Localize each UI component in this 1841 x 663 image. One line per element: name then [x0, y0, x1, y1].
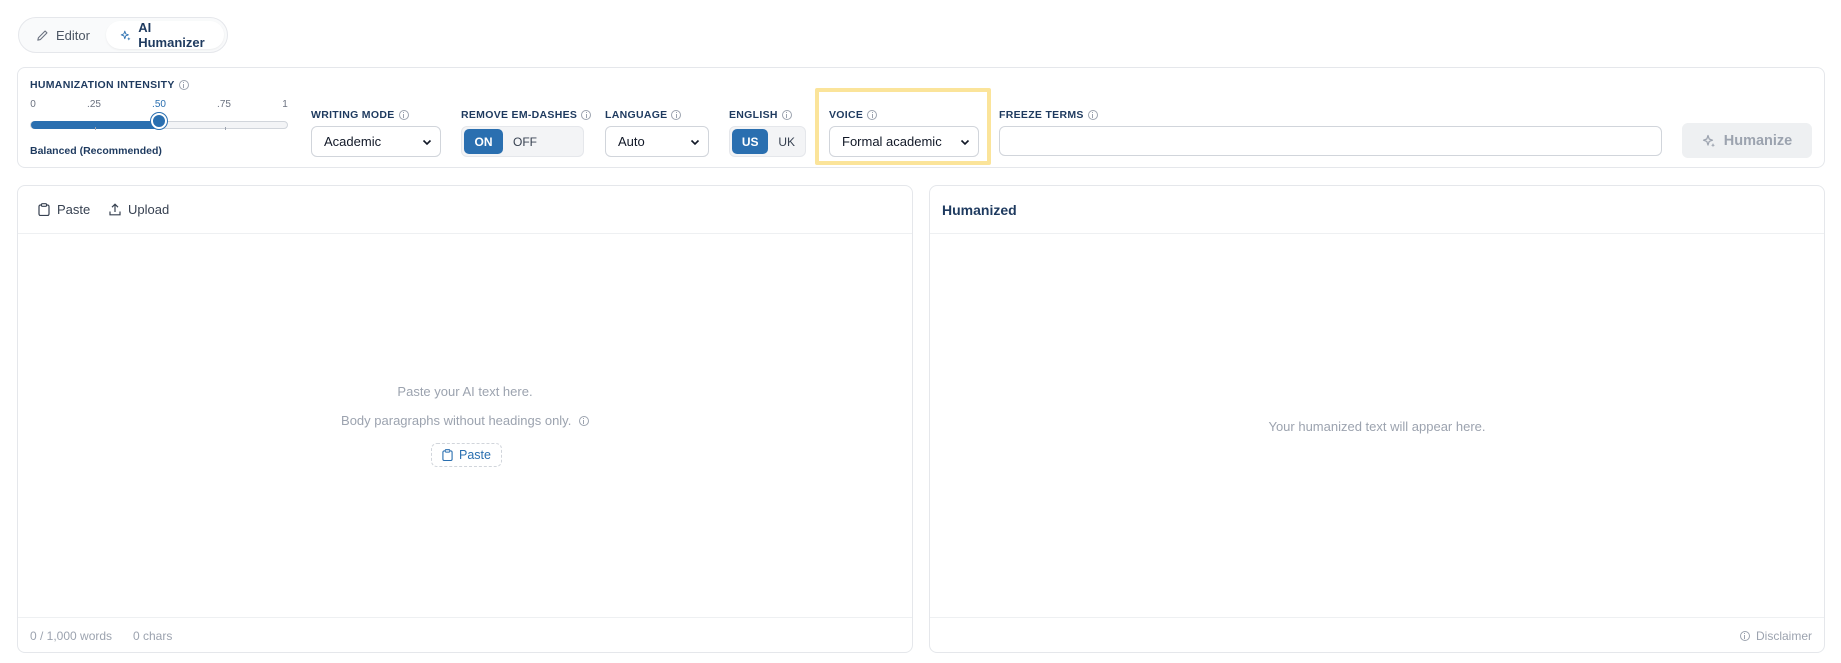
output-empty-text: Your humanized text will appear here. — [1268, 419, 1486, 434]
info-icon[interactable] — [398, 110, 409, 120]
tab-ai-humanizer-label: AI Humanizer — [138, 20, 205, 50]
intensity-ticks: 0 .25 .50 .75 1 — [30, 99, 288, 111]
language-label: LANGUAGE — [605, 109, 682, 121]
tab-editor[interactable]: Editor — [22, 21, 104, 49]
mode-tabs: Editor AI Humanizer — [18, 17, 228, 53]
input-panel-toolbar: Paste Upload — [18, 186, 912, 234]
chevron-down-icon — [422, 139, 432, 145]
english-variant-toggle: US UK — [729, 126, 806, 157]
input-panel-footer: 0 / 1,000 words 0 chars — [18, 617, 912, 652]
intensity-caption: Balanced (Recommended) — [30, 145, 162, 157]
input-empty-hint: Body paragraphs without headings only. — [18, 413, 912, 428]
writing-mode-label-text: WRITING MODE — [311, 109, 395, 121]
writing-mode-value: Academic — [324, 134, 382, 149]
voice-label-text: VOICE — [829, 109, 864, 121]
word-count: 0 / 1,000 words — [30, 629, 113, 643]
tick-label: 1 — [282, 99, 288, 110]
freeze-terms-label: FREEZE TERMS — [999, 109, 1098, 121]
voice-select[interactable]: Formal academic — [829, 126, 979, 157]
intensity-label-text: HUMANIZATION INTENSITY — [30, 79, 175, 91]
language-value: Auto — [618, 134, 645, 149]
writing-mode-label: WRITING MODE — [311, 109, 409, 121]
tab-editor-label: Editor — [56, 27, 90, 43]
pencil-icon — [37, 29, 48, 41]
remove-em-dashes-label-text: REMOVE EM-DASHES — [461, 109, 578, 121]
output-panel-header: Humanized — [930, 186, 1824, 234]
paste-button-label: Paste — [57, 202, 91, 217]
info-icon[interactable] — [1087, 110, 1098, 120]
english-us-option[interactable]: US — [732, 129, 769, 154]
freeze-terms-input[interactable] — [999, 126, 1662, 156]
upload-button-label: Upload — [128, 202, 170, 217]
paste-chip-button[interactable]: Paste — [431, 443, 502, 467]
voice-value: Formal academic — [842, 134, 942, 149]
disclaimer-link[interactable]: Disclaimer — [1739, 629, 1812, 643]
language-label-text: LANGUAGE — [605, 109, 668, 121]
slider-tick-mark — [95, 127, 96, 130]
slider-tick-mark — [225, 127, 226, 130]
english-label-text: ENGLISH — [729, 109, 778, 121]
freeze-terms-label-text: FREEZE TERMS — [999, 109, 1084, 121]
output-panel: Humanized Your humanized text will appea… — [929, 185, 1825, 653]
tick-label: .50 — [152, 99, 166, 110]
language-select[interactable]: Auto — [605, 126, 709, 157]
em-dash-toggle: ON OFF — [461, 126, 584, 157]
clipboard-icon — [38, 203, 50, 216]
info-icon[interactable] — [671, 110, 682, 120]
clipboard-icon — [442, 449, 453, 461]
tick-label: .25 — [87, 99, 101, 110]
info-icon[interactable] — [578, 416, 589, 426]
input-empty-title: Paste your AI text here. — [397, 384, 533, 399]
sparkles-icon — [1702, 134, 1715, 147]
paste-chip-label: Paste — [459, 448, 491, 462]
tick-label: .75 — [217, 99, 231, 110]
info-icon[interactable] — [581, 110, 592, 120]
chevron-down-icon — [960, 139, 970, 145]
input-empty-hint-text: Body paragraphs without headings only. — [341, 413, 572, 428]
disclaimer-label: Disclaimer — [1755, 629, 1812, 643]
em-dash-off-option[interactable]: OFF — [505, 129, 545, 154]
humanizer-controls: HUMANIZATION INTENSITY 0 .25 .50 .75 1 B… — [17, 67, 1825, 168]
english-label: ENGLISH — [729, 109, 792, 121]
english-uk-option[interactable]: UK — [770, 129, 803, 154]
humanize-button[interactable]: Humanize — [1682, 123, 1812, 158]
info-icon[interactable] — [867, 110, 878, 120]
em-dash-on-option[interactable]: ON — [464, 129, 503, 154]
voice-label: VOICE — [829, 109, 878, 121]
info-icon — [1739, 631, 1750, 641]
info-icon[interactable] — [781, 110, 792, 120]
input-panel: Paste Upload Paste your AI text here. Bo… — [17, 185, 913, 653]
tick-label: 0 — [30, 99, 36, 110]
intensity-label: HUMANIZATION INTENSITY — [30, 79, 189, 91]
upload-icon — [109, 203, 121, 216]
humanize-button-label: Humanize — [1723, 132, 1793, 149]
paste-button[interactable]: Paste — [38, 202, 90, 217]
writing-mode-select[interactable]: Academic — [311, 126, 441, 157]
output-panel-title: Humanized — [942, 202, 1017, 218]
upload-button[interactable]: Upload — [109, 202, 169, 217]
remove-em-dashes-label: REMOVE EM-DASHES — [461, 109, 592, 121]
intensity-slider-thumb[interactable] — [151, 113, 167, 129]
output-panel-footer: Disclaimer — [930, 617, 1824, 652]
info-icon[interactable] — [178, 80, 189, 90]
tab-ai-humanizer[interactable]: AI Humanizer — [105, 20, 224, 50]
sparkles-icon — [120, 30, 131, 40]
chevron-down-icon — [690, 139, 700, 145]
char-count: 0 chars — [133, 629, 173, 643]
